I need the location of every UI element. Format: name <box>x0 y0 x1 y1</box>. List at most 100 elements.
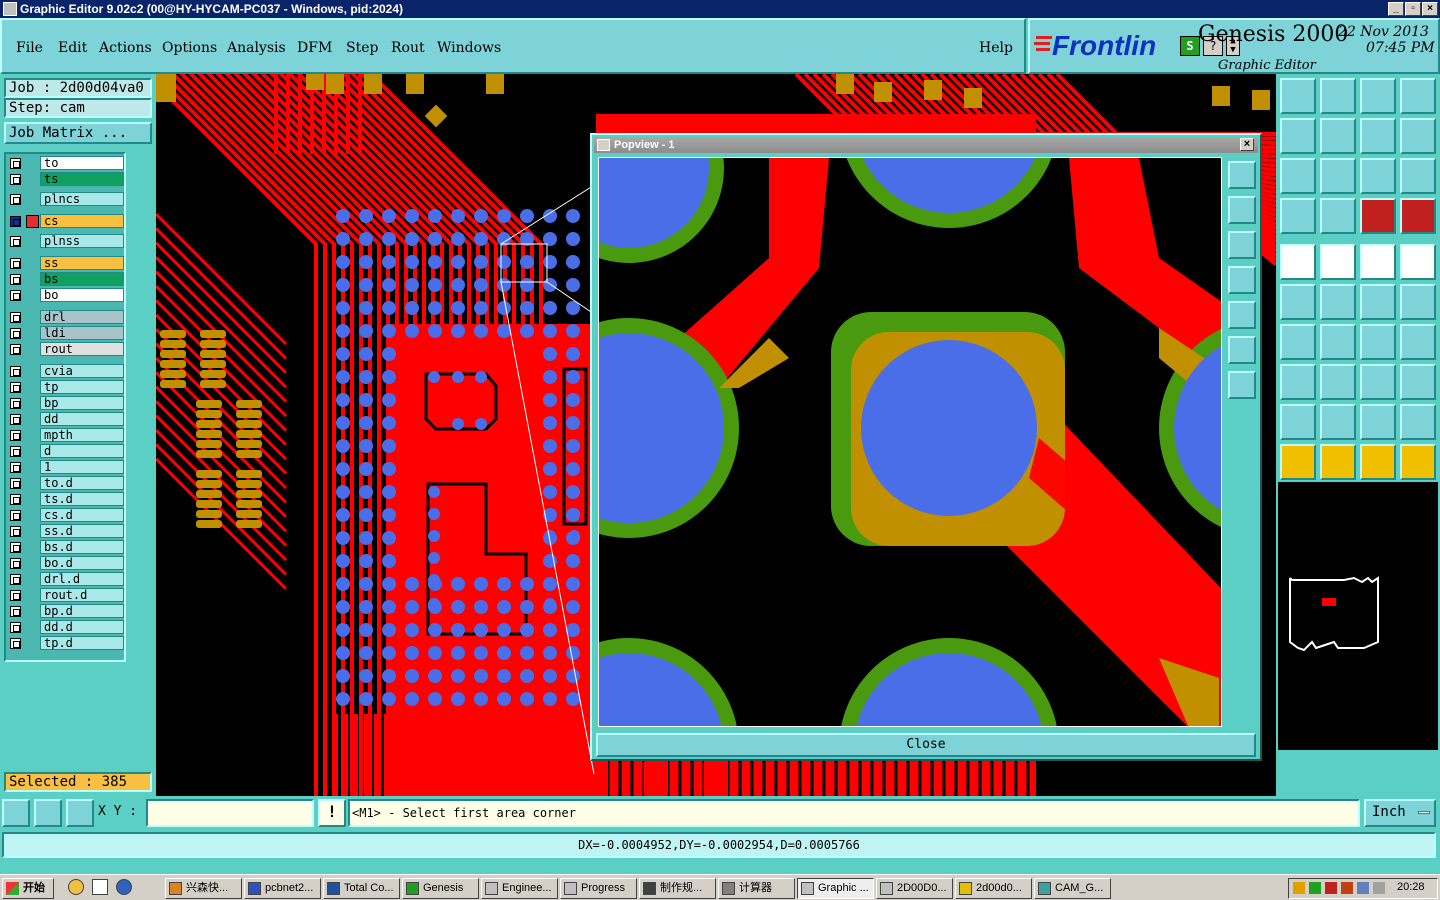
layer-checkbox[interactable] <box>10 344 21 355</box>
mountain-b-icon[interactable] <box>1400 404 1436 440</box>
taskbar-task[interactable]: CAM_G... <box>1034 878 1111 899</box>
triangle-icon[interactable] <box>1280 404 1316 440</box>
pan-right-icon[interactable] <box>1320 118 1356 154</box>
taskbar-task[interactable]: 2d00d0... <box>955 878 1032 899</box>
layer-checkbox[interactable] <box>10 366 21 377</box>
popview-zoom-graphic[interactable] <box>599 158 1222 727</box>
taskbar-task[interactable]: Graphic ... <box>797 878 874 899</box>
layer-checkbox[interactable] <box>10 194 21 205</box>
snap-icon[interactable] <box>1360 198 1396 234</box>
snap-alt-icon[interactable] <box>1400 198 1436 234</box>
zoom-area-icon[interactable] <box>34 799 62 827</box>
xy-input[interactable] <box>146 799 314 827</box>
layer-name[interactable]: drl <box>40 310 124 324</box>
layer-row-dd[interactable]: dd <box>6 412 124 426</box>
taskbar-task[interactable]: pcbnet2... <box>244 878 321 899</box>
layer-row-plnss[interactable]: plnss <box>6 234 124 248</box>
menu-edit[interactable]: Edit <box>58 40 87 56</box>
layer-checkbox[interactable] <box>10 312 21 323</box>
layer-checkbox[interactable] <box>10 328 21 339</box>
menu-options[interactable]: Options <box>162 40 217 56</box>
layer-name[interactable]: rout.d <box>40 588 124 602</box>
layer-row-tp[interactable]: tp <box>6 380 124 394</box>
menu-windows[interactable]: Windows <box>437 40 501 56</box>
zoom-fit-icon[interactable] <box>2 799 30 827</box>
popview-close-icon[interactable]: × <box>1240 138 1254 151</box>
layer-checkbox[interactable] <box>10 558 21 569</box>
layer-checkbox[interactable] <box>10 494 21 505</box>
taskbar-task[interactable]: 2D00D0... <box>876 878 953 899</box>
add-pad-icon[interactable] <box>1280 244 1316 280</box>
layer-checkbox[interactable] <box>10 590 21 601</box>
layer-row-d[interactable]: d <box>6 444 124 458</box>
arc-icon[interactable] <box>1360 324 1396 360</box>
tray-volume-icon[interactable] <box>1373 882 1385 894</box>
layer-row-drl[interactable]: drl <box>6 310 124 324</box>
layer-row-ts[interactable]: ts <box>6 172 124 186</box>
layer-name[interactable]: tp.d <box>40 636 124 650</box>
zoom-in-icon[interactable] <box>1280 158 1316 194</box>
layer-row-to-d[interactable]: to.d <box>6 476 124 490</box>
feature-icon[interactable] <box>1280 364 1316 400</box>
layer-name[interactable]: drl.d <box>40 572 124 586</box>
split-icon[interactable] <box>1400 324 1436 360</box>
layer-name[interactable]: bp <box>40 396 124 410</box>
group-icon[interactable] <box>1400 364 1436 400</box>
menu-step[interactable]: Step <box>346 40 378 56</box>
layer-name[interactable]: d <box>40 444 124 458</box>
layer-checkbox[interactable] <box>10 236 21 247</box>
popview-zoom-view[interactable] <box>598 157 1222 727</box>
taskbar-task[interactable]: 兴森快... <box>165 878 242 899</box>
connect-icon[interactable] <box>1280 284 1316 320</box>
menu-analysis[interactable]: Analysis <box>227 40 286 56</box>
taskbar-task[interactable]: Progress <box>560 878 637 899</box>
window-icon[interactable] <box>1400 78 1436 114</box>
layer-name[interactable]: mpth <box>40 428 124 442</box>
layer-checkbox[interactable] <box>10 622 21 633</box>
one-to-one-icon[interactable] <box>1360 158 1396 194</box>
layer-row-ss-d[interactable]: ss.d <box>6 524 124 538</box>
layer-name[interactable]: dd <box>40 412 124 426</box>
pv-center-icon[interactable] <box>1228 371 1256 399</box>
layer-row-mpth[interactable]: mpth <box>6 428 124 442</box>
layer-row-cvia[interactable]: cvia <box>6 364 124 378</box>
measure-icon[interactable] <box>1280 198 1316 234</box>
alert-icon[interactable]: ! <box>318 799 346 827</box>
pv-right-icon[interactable] <box>1228 301 1256 329</box>
layer-row-cs[interactable]: cs <box>6 214 124 228</box>
layer-checkbox[interactable] <box>10 606 21 617</box>
home-icon[interactable] <box>1360 78 1396 114</box>
layer-checkbox[interactable] <box>10 216 21 227</box>
pv-left-icon[interactable] <box>1228 266 1256 294</box>
menu-dfm[interactable]: DFM <box>297 40 332 56</box>
menu-actions[interactable]: Actions <box>99 40 152 56</box>
layer-name[interactable]: bo.d <box>40 556 124 570</box>
board-overview[interactable] <box>1278 482 1438 750</box>
menu-rout[interactable]: Rout <box>391 40 425 56</box>
layer-name[interactable]: ts.d <box>40 492 124 506</box>
mountain-icon[interactable] <box>1320 404 1356 440</box>
popview-close-button[interactable]: Close <box>596 733 1256 757</box>
layer-checkbox[interactable] <box>10 526 21 537</box>
layer-name[interactable]: bo <box>40 288 124 302</box>
start-button[interactable]: 开始 <box>2 878 54 899</box>
query-icon[interactable] <box>1400 158 1436 194</box>
layer-checkbox[interactable] <box>10 638 21 649</box>
layer-name[interactable]: plncs <box>40 192 124 206</box>
menu-help[interactable]: Help <box>979 40 1013 56</box>
layer-name[interactable]: bs.d <box>40 540 124 554</box>
layer-name[interactable]: ldi <box>40 326 124 340</box>
angle-icon[interactable] <box>1280 324 1316 360</box>
layer-name[interactable]: cvia <box>40 364 124 378</box>
layer-name[interactable]: bp.d <box>40 604 124 618</box>
dot-icon[interactable] <box>1400 244 1436 280</box>
select-icon[interactable] <box>1280 444 1316 480</box>
popview-title-bar[interactable]: Popview - 1 × <box>594 137 1258 153</box>
layer-row-bo[interactable]: bo <box>6 288 124 302</box>
layer-row-dd-d[interactable]: dd.d <box>6 620 124 634</box>
grid-toggle-icon[interactable] <box>1320 198 1356 234</box>
slash-icon[interactable] <box>1320 324 1356 360</box>
tray-swirl-icon[interactable] <box>1341 882 1353 894</box>
layer-row-rout[interactable]: rout <box>6 342 124 356</box>
layer-checkbox[interactable] <box>10 510 21 521</box>
